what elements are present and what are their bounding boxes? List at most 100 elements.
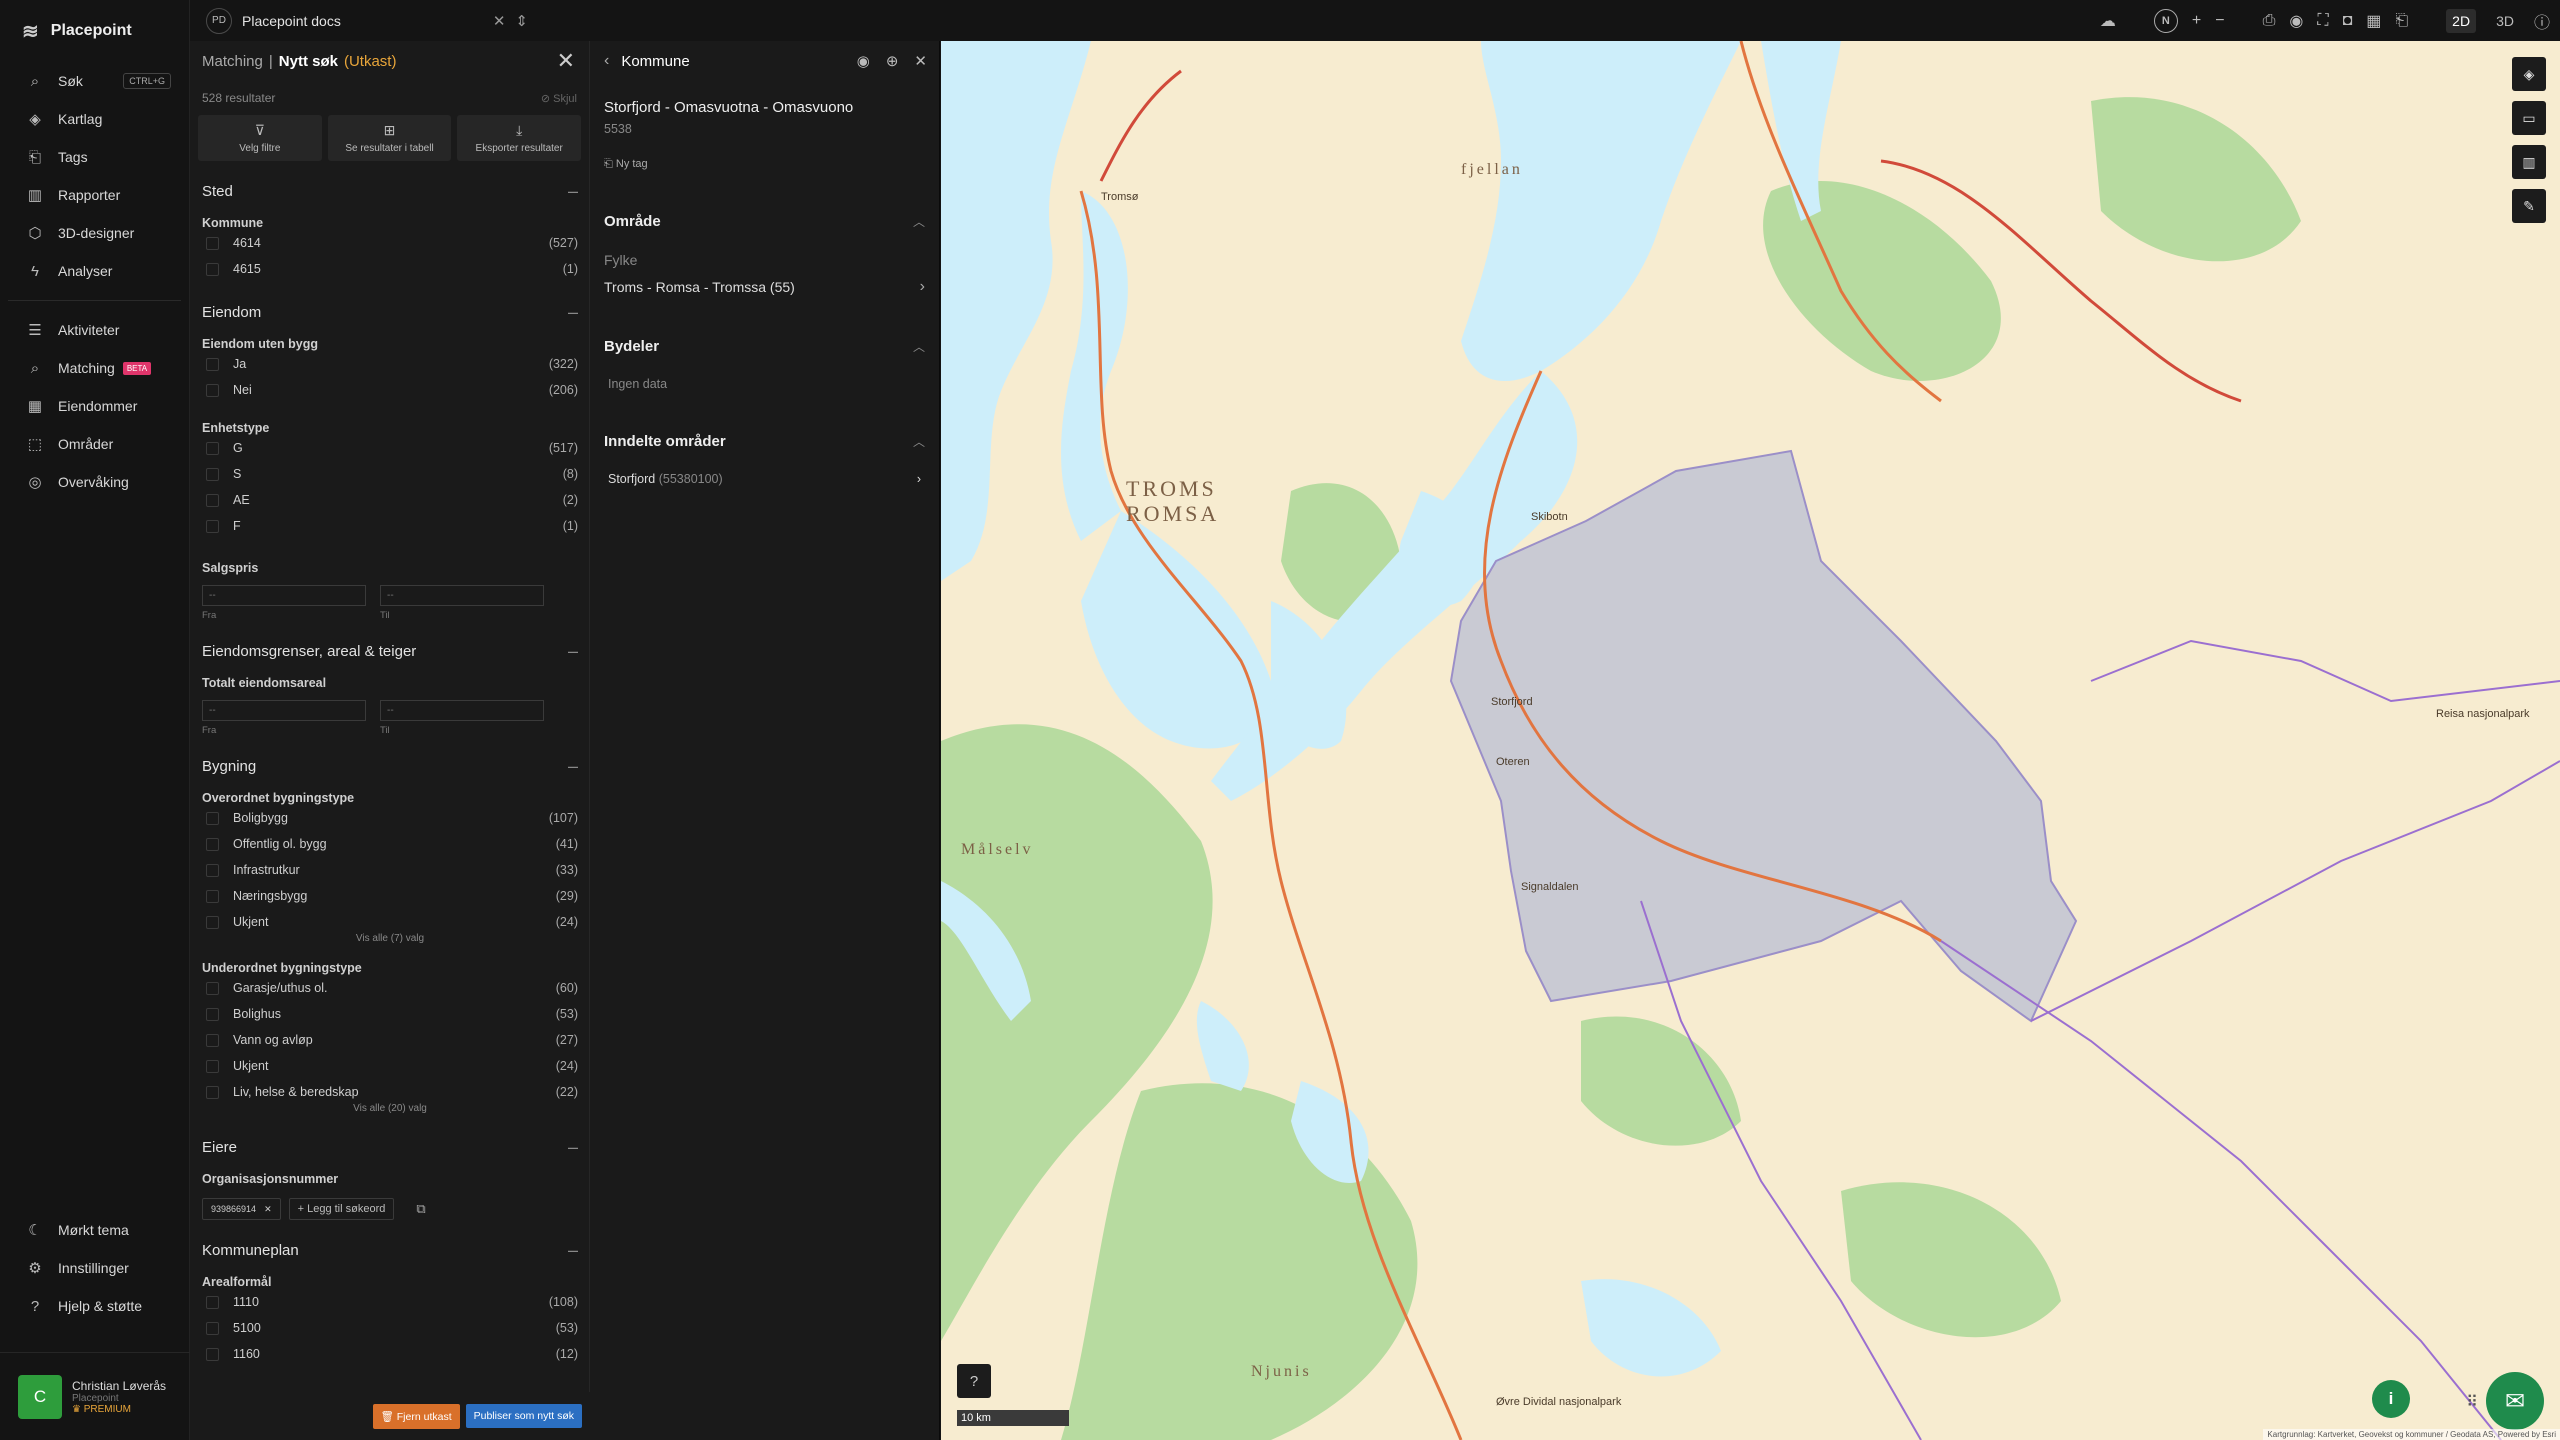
nav-item-sok[interactable]: ⌕ Søk CTRL+G xyxy=(0,62,189,100)
add-circle-icon[interactable]: ⊕ xyxy=(886,52,899,70)
filter-option[interactable]: Næringsbygg (29) xyxy=(202,883,578,909)
eye-icon[interactable]: ◉ xyxy=(857,52,870,70)
publish-button[interactable]: Publiser som nytt søk xyxy=(465,1404,582,1428)
nav-item-tags[interactable]: ⎗ Tags xyxy=(0,138,189,176)
print-icon[interactable]: ⎙ xyxy=(2263,12,2276,30)
drag-handle-icon[interactable]: ⠿ xyxy=(2466,1392,2478,1412)
nav-item-3d-designer[interactable]: ⬡ 3D-designer xyxy=(0,214,189,252)
collapse-icon[interactable]: – xyxy=(568,181,578,202)
clear-icon[interactable]: ✕ xyxy=(493,12,506,30)
nav-item-analyser[interactable]: ϟ Analyser xyxy=(0,252,189,290)
filter-option[interactable]: 4615 (1) xyxy=(202,256,578,282)
checkbox[interactable] xyxy=(206,811,219,825)
checkbox[interactable] xyxy=(206,441,219,455)
filter-option[interactable]: F (1) xyxy=(202,513,578,539)
filter-option[interactable]: Offentlig ol. bygg (41) xyxy=(202,831,578,857)
zoom-in-icon[interactable]: + xyxy=(2192,12,2201,30)
checkbox[interactable] xyxy=(206,1321,219,1335)
zoom-out-icon[interactable]: − xyxy=(2215,12,2224,30)
new-tag-button[interactable]: ⎗ Ny tag xyxy=(590,158,939,171)
chevron-up-icon[interactable]: ︿ xyxy=(913,213,925,230)
draw-tool-icon[interactable]: ✎ xyxy=(2512,189,2546,223)
checkbox[interactable] xyxy=(206,1059,219,1073)
export-button[interactable]: ⤓ Eksporter resultater xyxy=(457,115,582,161)
weather-icon[interactable]: ☁ xyxy=(2100,11,2116,31)
collapse-icon[interactable]: – xyxy=(568,1240,578,1261)
area-to-input[interactable] xyxy=(380,700,544,721)
checkbox[interactable] xyxy=(206,236,219,250)
filter-option[interactable]: Ukjent (24) xyxy=(202,1053,578,1079)
map-canvas[interactable]: TROMS ROMSA Målselv Njunis fjellan Troms… xyxy=(941,41,2560,1440)
nav-item-eiendommer[interactable]: ▦ Eiendommer xyxy=(0,387,189,425)
section-inndelte[interactable]: Inndelte områder ︿ xyxy=(590,433,939,450)
price-from-input[interactable] xyxy=(202,585,366,606)
info-icon[interactable]: ⓘ xyxy=(2534,9,2550,33)
checkbox[interactable] xyxy=(206,1085,219,1099)
nav-item-aktiviteter[interactable]: ☰ Aktiviteter xyxy=(0,311,189,349)
checkbox[interactable] xyxy=(206,1007,219,1021)
nav-item-kartlag[interactable]: ◈ Kartlag xyxy=(0,100,189,138)
grid-icon[interactable]: ▦ xyxy=(2366,11,2381,31)
checkbox[interactable] xyxy=(206,467,219,481)
remove-draft-button[interactable]: 🗑 Fjern utkast xyxy=(372,1403,460,1429)
filter-scroll[interactable]: Sted – Kommune 4614 (527) 4615 (1) Eiendom –… xyxy=(190,171,590,1440)
checkbox[interactable] xyxy=(206,357,219,371)
section-bygning[interactable]: Bygning – xyxy=(202,756,578,777)
chat-button[interactable]: ✉ xyxy=(2486,1372,2544,1430)
collapse-icon[interactable]: – xyxy=(568,641,578,662)
checkbox[interactable] xyxy=(206,1347,219,1361)
fullscreen-icon[interactable]: ⛶ xyxy=(2317,12,2328,30)
close-icon[interactable]: ✕ xyxy=(557,48,575,74)
compass-button[interactable]: N xyxy=(2153,8,2178,33)
filter-option[interactable]: Ukjent (24) xyxy=(202,909,578,935)
chevron-updown-icon[interactable]: ⇕ xyxy=(515,12,528,30)
keyword-chip[interactable]: 939866914 ✕ xyxy=(202,1198,281,1220)
filter-option[interactable]: 1160 (12) xyxy=(202,1341,578,1367)
filter-option[interactable]: Vann og avløp (27) xyxy=(202,1027,578,1053)
breadcrumb[interactable]: Matching xyxy=(202,53,263,70)
section-sted[interactable]: Sted – xyxy=(202,181,578,202)
section-bydeler[interactable]: Bydeler ︿ xyxy=(590,338,939,355)
list-item[interactable]: Storfjord (55380100) › xyxy=(590,472,939,486)
checkbox[interactable] xyxy=(206,889,219,903)
filter-option[interactable]: AE (2) xyxy=(202,487,578,513)
filter-option[interactable]: 1110 (108) xyxy=(202,1289,578,1315)
filter-option[interactable]: 5100 (53) xyxy=(202,1315,578,1341)
remove-chip-icon[interactable]: ✕ xyxy=(264,1204,272,1215)
close-icon[interactable]: ✕ xyxy=(914,52,927,70)
fylke-row[interactable]: Troms - Romsa - Tromssa (55) › xyxy=(590,278,939,296)
filter-option[interactable]: Boligbygg (107) xyxy=(202,805,578,831)
view-table-button[interactable]: ⊞ Se resultater i tabell xyxy=(327,115,452,161)
section-omrade[interactable]: Område ︿ xyxy=(590,213,939,230)
user-profile[interactable]: C Christian Løverås Placepoint ♛ PREMIUM xyxy=(0,1352,190,1440)
workspace-selector[interactable]: PD Placepoint docs ✕ ⇕ xyxy=(190,0,528,41)
layers-tool-icon[interactable]: ◈ xyxy=(2512,57,2546,91)
camera-icon[interactable]: ◘ xyxy=(2343,12,2353,30)
section-kommuneplan[interactable]: Kommuneplan – xyxy=(202,1240,578,1261)
filter-option[interactable]: Liv, helse & beredskap (22) xyxy=(202,1079,578,1105)
mode-3d-button[interactable]: 3D xyxy=(2490,9,2520,33)
hide-button[interactable]: ⊘ Skjul xyxy=(541,92,577,105)
section-eiere[interactable]: Eiere – xyxy=(202,1137,578,1158)
mode-2d-button[interactable]: 2D xyxy=(2446,8,2477,33)
nav-item-overvaking[interactable]: ◎ Overvåking xyxy=(0,463,189,501)
nav-item-matching[interactable]: ⌕ Matching BETA xyxy=(0,349,189,387)
choose-filters-button[interactable]: ⊽ Velg filtre xyxy=(198,115,322,161)
checkbox[interactable] xyxy=(206,837,219,851)
back-icon[interactable]: ‹ xyxy=(604,52,609,70)
filter-option[interactable]: Ja (322) xyxy=(202,351,578,377)
filter-option[interactable]: 4614 (527) xyxy=(202,230,578,256)
eye-icon[interactable]: ◉ xyxy=(2289,11,2303,31)
filter-option[interactable]: G (517) xyxy=(202,435,578,461)
show-all-link[interactable]: Vis alle (20) valg xyxy=(202,1103,578,1117)
filter-option[interactable]: Bolighus (53) xyxy=(202,1001,578,1027)
nav-item-omrader[interactable]: ⬚ Områder xyxy=(0,425,189,463)
checkbox[interactable] xyxy=(206,1295,219,1309)
checkbox[interactable] xyxy=(206,493,219,507)
checkbox[interactable] xyxy=(206,981,219,995)
measure-tool-icon[interactable]: ▭ xyxy=(2512,101,2546,135)
checkbox[interactable] xyxy=(206,1033,219,1047)
chevron-up-icon[interactable]: ︿ xyxy=(913,338,925,355)
area-from-input[interactable] xyxy=(202,700,366,721)
section-grenser[interactable]: Eiendomsgrenser, areal & teiger – xyxy=(202,641,578,662)
